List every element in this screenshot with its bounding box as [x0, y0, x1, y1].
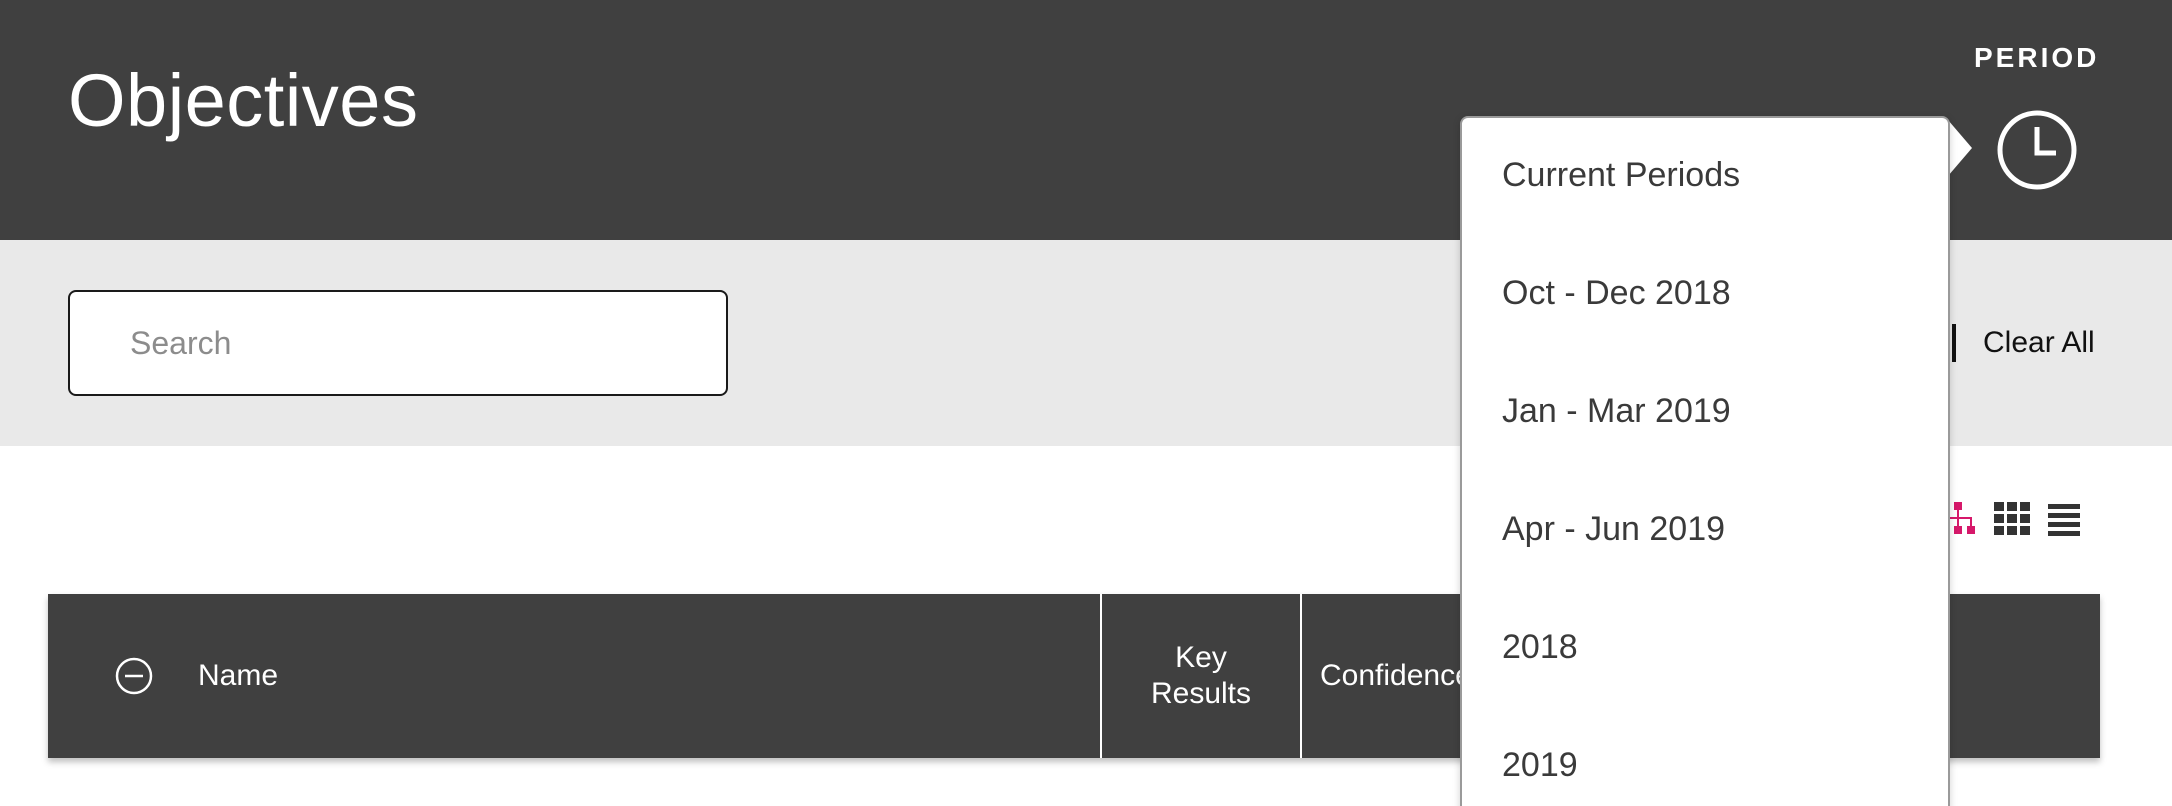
column-divider: [1300, 594, 1302, 758]
period-option-apr-jun-2019[interactable]: Apr - Jun 2019: [1502, 510, 1725, 549]
period-option-2018[interactable]: 2018: [1502, 628, 1578, 667]
search-input[interactable]: [68, 290, 728, 396]
period-dropdown: Current Periods Oct - Dec 2018 Jan - Mar…: [1460, 116, 1950, 806]
period-option-current[interactable]: Current Periods: [1502, 156, 1740, 195]
clock-icon[interactable]: [1996, 109, 2078, 191]
page-title: Objectives: [68, 59, 419, 142]
minus-circle-icon[interactable]: [114, 656, 154, 696]
list-icon[interactable]: [2046, 502, 2082, 536]
grid-icon[interactable]: [1994, 502, 2030, 536]
column-header-key-results-line1: Key: [1175, 641, 1227, 674]
period-option-2019[interactable]: 2019: [1502, 746, 1578, 785]
period-option-jan-mar-2019[interactable]: Jan - Mar 2019: [1502, 392, 1731, 431]
clear-all-button[interactable]: Clear All: [1983, 326, 2095, 360]
dropdown-pointer: [1948, 120, 1972, 176]
period-label[interactable]: PERIOD: [1974, 42, 2099, 74]
column-header-confidence[interactable]: Confidence: [1320, 594, 1472, 758]
column-header-name[interactable]: Name: [198, 594, 278, 758]
period-option-oct-dec-2018[interactable]: Oct - Dec 2018: [1502, 274, 1731, 313]
column-header-key-results-line2: Results: [1150, 677, 1252, 710]
column-header-key-results[interactable]: Key Results: [1102, 594, 1300, 758]
filter-divider: [1952, 324, 1956, 362]
